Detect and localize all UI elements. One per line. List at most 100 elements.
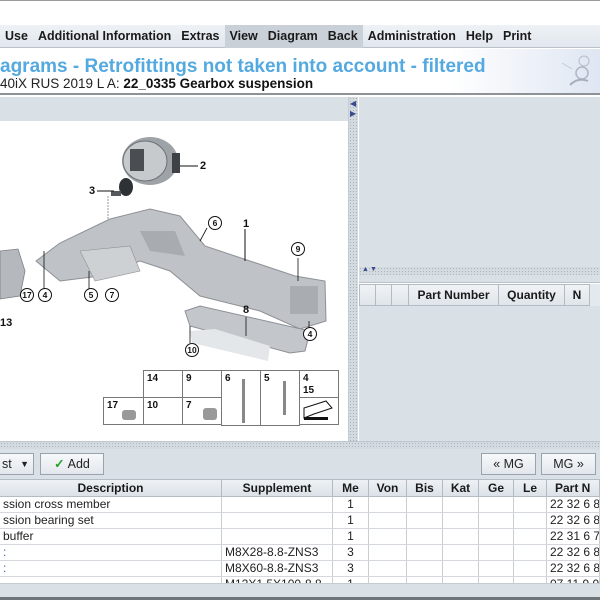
callout-13: 13 bbox=[0, 317, 13, 329]
chevron-down-icon: ▼ bbox=[20, 459, 29, 469]
cell-kat bbox=[443, 529, 479, 544]
cell-part: 22 32 6 8 bbox=[547, 545, 600, 560]
cell-ge bbox=[479, 513, 514, 528]
vehicle-subtitle: 40iX RUS 2019 L A: 22_0335 Gearbox suspe… bbox=[0, 76, 313, 91]
table-row[interactable]: ssion bearing set 1 22 32 6 8 bbox=[0, 513, 600, 529]
checkmark-icon: ✓ bbox=[54, 457, 65, 471]
collapse-right-icon[interactable]: ▶ bbox=[350, 110, 356, 118]
cell-le bbox=[514, 545, 547, 560]
col-blank-1[interactable] bbox=[359, 284, 376, 306]
legend-cell-7: 7 bbox=[182, 397, 222, 425]
table-row[interactable]: buffer 1 22 31 6 7 bbox=[0, 529, 600, 545]
right-panel-strip bbox=[359, 275, 600, 283]
col-le[interactable]: Le bbox=[514, 480, 547, 496]
col-kat[interactable]: Kat bbox=[443, 480, 479, 496]
col-blank-3[interactable] bbox=[392, 284, 409, 306]
menu-diagram[interactable]: Diagram bbox=[262, 24, 323, 48]
page-title: agrams - Retrofittings not taken into ac… bbox=[0, 56, 486, 77]
parts-table: Description Supplement Me Von Bis Kat Ge… bbox=[0, 479, 600, 585]
cell-von bbox=[369, 513, 407, 528]
cell-part: 22 32 6 8 bbox=[547, 497, 600, 512]
col-quantity[interactable]: Quantity bbox=[499, 284, 565, 306]
callout-4-left: 4 bbox=[38, 288, 52, 302]
cell-kat bbox=[443, 561, 479, 576]
legend-cell-5: 5 bbox=[260, 370, 300, 426]
cell-bis bbox=[407, 513, 443, 528]
cell-part: 22 32 6 8 bbox=[547, 561, 600, 576]
menu-administration[interactable]: Administration bbox=[363, 25, 461, 48]
cell-von bbox=[369, 529, 407, 544]
legend-cell-direction bbox=[299, 397, 339, 425]
menu-additional-information[interactable]: Additional Information bbox=[33, 25, 176, 48]
table-row[interactable]: : M8X60-8.8-ZNS3 3 22 32 6 8 bbox=[0, 561, 600, 577]
fastener-legend: 14 9 6 5 4 15 17 10 7 bbox=[103, 370, 343, 426]
col-me[interactable]: Me bbox=[333, 480, 369, 496]
menu-back[interactable]: Back bbox=[322, 24, 363, 48]
cell-description: : bbox=[0, 545, 222, 560]
col-part-number[interactable]: Part N bbox=[547, 480, 600, 496]
cell-von bbox=[369, 497, 407, 512]
parts-table-header: Description Supplement Me Von Bis Kat Ge… bbox=[0, 479, 600, 497]
col-supplement[interactable]: Supplement bbox=[222, 480, 333, 496]
callout-17: 17 bbox=[20, 288, 34, 302]
collapse-left-icon[interactable]: ◀ bbox=[350, 100, 356, 108]
callout-7: 7 bbox=[105, 288, 119, 302]
gearbox-mount-part bbox=[122, 137, 198, 185]
table-row[interactable]: : M8X28-8.8-ZNS3 3 22 32 6 8 bbox=[0, 545, 600, 561]
col-n[interactable]: N bbox=[565, 284, 590, 306]
cell-le bbox=[514, 561, 547, 576]
legend-cell-10: 10 bbox=[143, 397, 183, 425]
list-selector-value: st bbox=[2, 457, 12, 471]
next-main-group-button[interactable]: MG » bbox=[541, 453, 596, 475]
menu-extras[interactable]: Extras bbox=[176, 25, 224, 48]
cell-kat bbox=[443, 545, 479, 560]
parts-diagram[interactable]: 2 3 1 6 9 17 4 5 7 13 8 4 10 14 9 6 5 41… bbox=[0, 121, 346, 558]
cell-supplement bbox=[222, 529, 333, 544]
cell-bis bbox=[407, 545, 443, 560]
menu-view[interactable]: View bbox=[224, 24, 263, 48]
horizontal-splitter[interactable] bbox=[0, 441, 600, 449]
legend-cell-4-15: 4 15 bbox=[299, 370, 339, 398]
vehicle-info: 40iX RUS 2019 L A: bbox=[0, 76, 124, 91]
add-button[interactable]: ✓ Add bbox=[40, 453, 104, 475]
cell-supplement: M8X60-8.8-ZNS3 bbox=[222, 561, 333, 576]
cell-description: : bbox=[0, 561, 222, 576]
status-bar bbox=[0, 583, 600, 600]
cell-part: 22 32 6 8 bbox=[547, 513, 600, 528]
cell-le bbox=[514, 529, 547, 544]
menu-bar: Use Additional Information Extras View D… bbox=[0, 24, 600, 48]
col-part-number[interactable]: Part Number bbox=[409, 284, 499, 306]
diagram-group-name: 22_0335 Gearbox suspension bbox=[123, 76, 314, 91]
parts-table-body: ssion cross member 1 22 32 6 8 ssion bearin… bbox=[0, 497, 600, 585]
cell-ge bbox=[479, 529, 514, 544]
parts-toolbar: st ▼ ✓ Add « MG MG » bbox=[0, 449, 600, 479]
col-bis[interactable]: Bis bbox=[407, 480, 443, 496]
callout-9: 9 bbox=[291, 242, 305, 256]
cell-von bbox=[369, 561, 407, 576]
right-info-panel bbox=[359, 97, 600, 267]
vertical-splitter[interactable]: ◀ ▶ bbox=[348, 97, 358, 441]
callout-6: 6 bbox=[208, 216, 222, 230]
callout-4-right: 4 bbox=[303, 327, 317, 341]
right-panel-splitter[interactable]: ▲ ▼ bbox=[359, 266, 600, 275]
cell-von bbox=[369, 545, 407, 560]
cell-part: 22 31 6 7 bbox=[547, 529, 600, 544]
shopping-list-table-header: Part Number Quantity N bbox=[359, 284, 600, 306]
callout-1: 1 bbox=[243, 218, 250, 230]
cross-member-part bbox=[35, 208, 327, 330]
col-blank-2[interactable] bbox=[376, 284, 392, 306]
col-description[interactable]: Description bbox=[0, 480, 222, 496]
previous-main-group-button[interactable]: « MG bbox=[481, 453, 536, 475]
menu-print[interactable]: Print bbox=[498, 25, 536, 48]
menu-use[interactable]: Use bbox=[0, 25, 33, 48]
list-selector-dropdown[interactable]: st ▼ bbox=[0, 453, 34, 475]
table-row[interactable]: ssion cross member 1 22 32 6 8 bbox=[0, 497, 600, 513]
collapse-down-icon[interactable]: ▼ bbox=[370, 266, 377, 273]
collapse-up-icon[interactable]: ▲ bbox=[362, 266, 369, 273]
menu-help[interactable]: Help bbox=[461, 25, 498, 48]
col-filler bbox=[590, 284, 600, 306]
col-von[interactable]: Von bbox=[369, 480, 407, 496]
cell-me: 3 bbox=[333, 561, 369, 576]
col-ge[interactable]: Ge bbox=[479, 480, 514, 496]
legend-cell-9: 9 bbox=[182, 370, 222, 398]
